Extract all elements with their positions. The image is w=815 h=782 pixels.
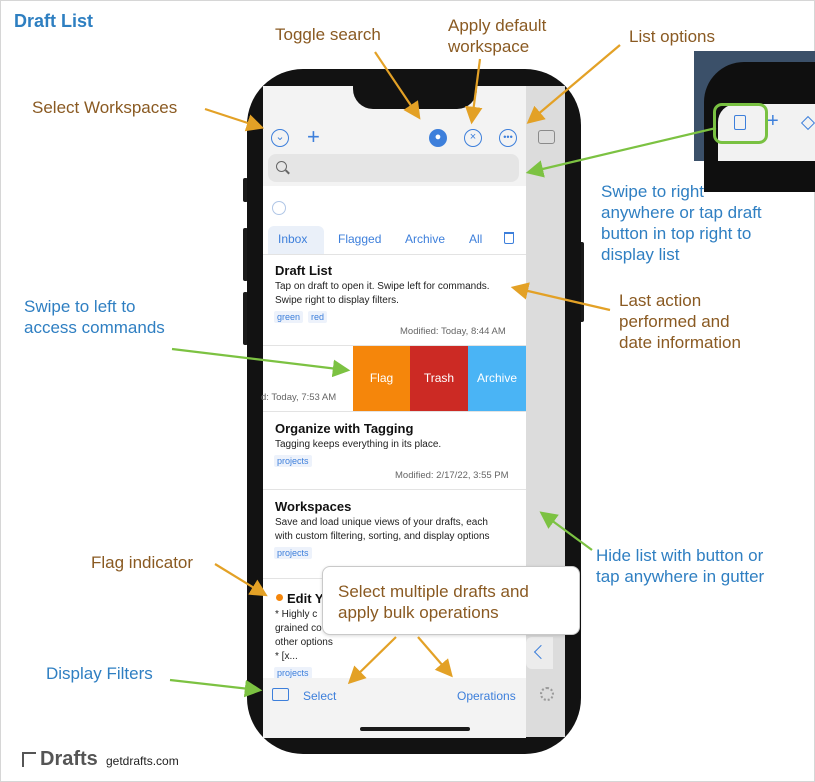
arrow-list-options [526,44,621,124]
arrow-swipe-right [525,126,717,178]
drafts-logo-icon [22,752,36,767]
drafts-logo-text: Drafts [40,748,98,770]
annotation-arrows [169,44,717,698]
arrow-apply-default [464,58,483,125]
arrow-select-workspaces [204,107,265,132]
arrow-last-action [510,282,611,312]
arrow-swipe-left [171,347,351,378]
arrow-operations [417,636,453,678]
arrow-select [347,636,397,685]
arrow-flag-indicator [214,563,268,597]
arrow-display-filters [169,678,263,698]
footer-url[interactable]: getdrafts.com [106,754,179,768]
arrow-toggle-search [374,51,421,120]
arrow-hide-list [539,511,593,551]
